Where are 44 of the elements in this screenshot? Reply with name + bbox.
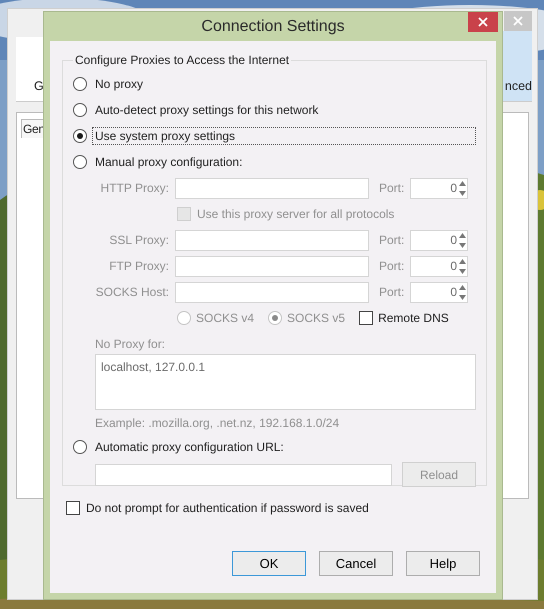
proxy-input-field[interactable]	[175, 178, 369, 198]
hint-text: Example: .mozilla.org, .net.nz, 192.168.1.0/24	[95, 416, 340, 432]
toolbar-tab[interactable]: G	[16, 79, 44, 101]
proxy-input-field[interactable]	[175, 256, 369, 276]
checkbox[interactable]	[66, 501, 80, 515]
radio-label: Auto-detect proxy settings for this network	[94, 102, 320, 119]
radio-button[interactable]	[73, 103, 87, 117]
group-title: Configure Proxies to Access the Internet	[74, 53, 290, 67]
url-input-field[interactable]	[95, 464, 392, 486]
radio-label: SOCKS v5	[287, 311, 346, 325]
port-label: Port:	[379, 181, 406, 195]
spinner-arrows-icon[interactable]	[459, 284, 466, 300]
port-label: Port:	[379, 233, 406, 247]
radio-label: Automatic proxy configuration URL:	[94, 439, 285, 456]
dialog-button[interactable]: Help	[406, 551, 480, 576]
close-icon	[513, 16, 523, 26]
radio-button[interactable]	[73, 440, 87, 454]
radio-label: Use system proxy settings	[92, 127, 476, 145]
checkbox-label: Use this proxy server for all protocols	[197, 207, 394, 221]
close-icon	[478, 17, 488, 27]
radio-label: SOCKS v4	[196, 311, 254, 325]
port-label: Port:	[379, 259, 406, 273]
spinner-arrows-icon[interactable]	[459, 180, 466, 196]
field-label: HTTP Proxy:	[100, 181, 169, 195]
field-label: SSL Proxy:	[108, 233, 169, 247]
window-title: Connection Settings	[201, 18, 345, 36]
dialog-button[interactable]: OK	[232, 551, 306, 576]
field-label: SOCKS Host:	[95, 285, 169, 299]
proxy-input-field[interactable]	[175, 282, 369, 302]
spinner-arrows-icon[interactable]	[459, 232, 466, 248]
dialog-button[interactable]: Cancel	[319, 551, 393, 576]
radio-button[interactable]	[73, 77, 87, 91]
checkbox-label: Remote DNS	[378, 311, 449, 325]
radio-label: Manual proxy configuration:	[94, 154, 244, 171]
close-button[interactable]	[468, 12, 498, 32]
radio-button[interactable]	[73, 155, 87, 169]
radio-label: No proxy	[94, 76, 144, 93]
radio-button[interactable]	[73, 129, 87, 143]
proxy-input-field[interactable]	[175, 230, 369, 250]
field-label: No Proxy for:	[95, 337, 166, 351]
port-label: Port:	[379, 285, 406, 299]
field-label: FTP Proxy:	[108, 259, 169, 273]
checkbox-label: Do not prompt for authentication if password is saved	[86, 501, 369, 515]
spinner-arrows-icon[interactable]	[459, 258, 466, 274]
